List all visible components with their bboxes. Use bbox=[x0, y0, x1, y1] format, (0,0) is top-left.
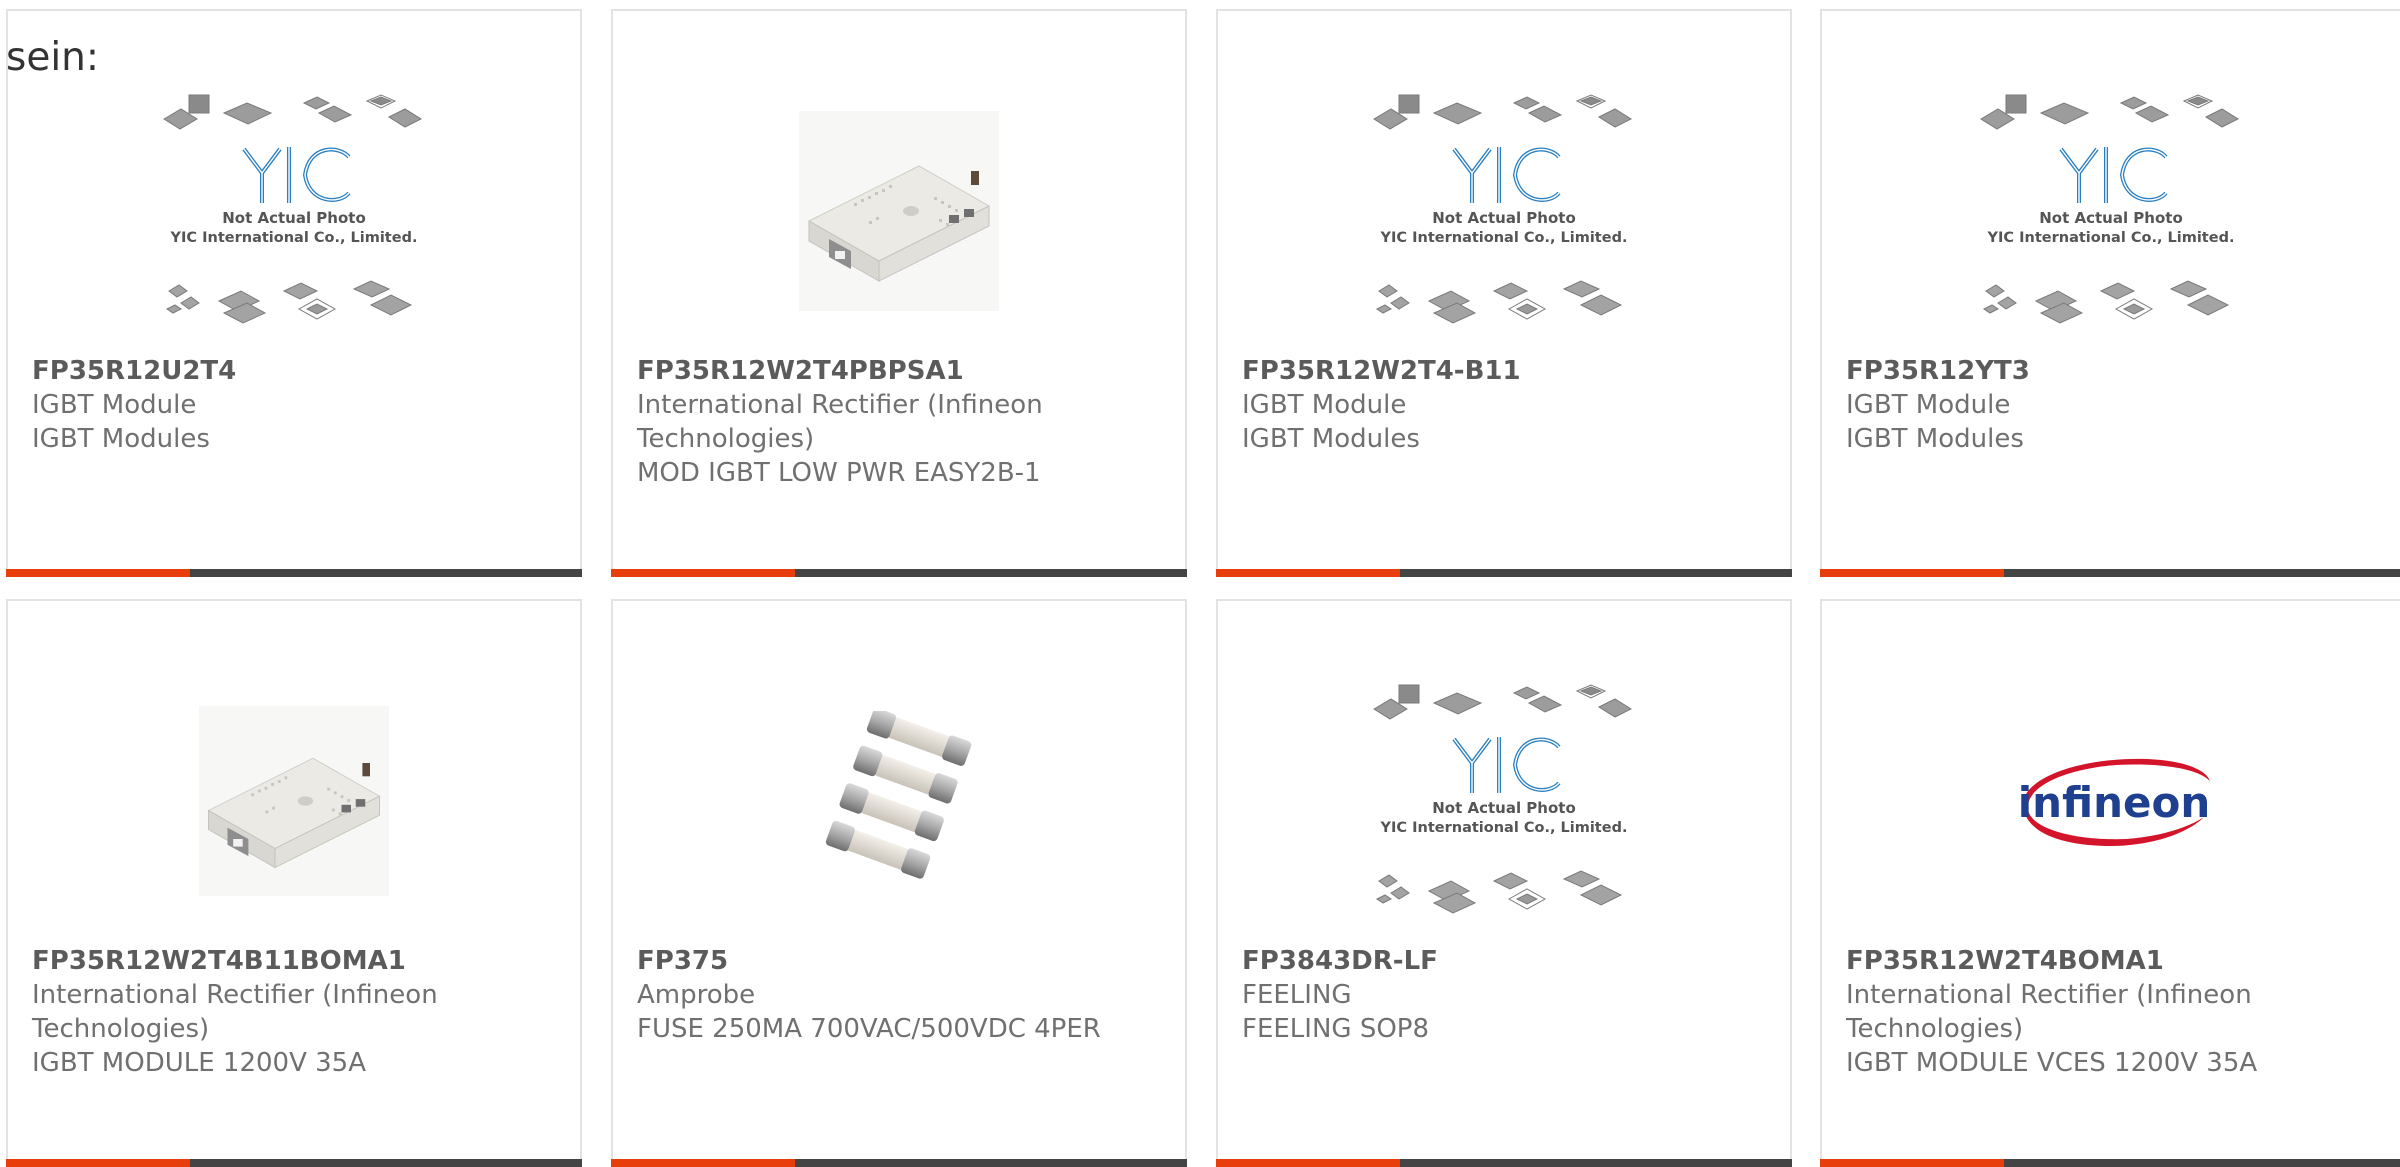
card-accent-bar bbox=[6, 569, 190, 577]
card-bottom-bar bbox=[611, 569, 1187, 577]
svg-text:infineon: infineon bbox=[2018, 778, 2211, 827]
description-text: IGBT Modules bbox=[1242, 424, 1420, 454]
manufacturer-text: Amprobe bbox=[637, 980, 756, 1010]
description-text: IGBT Modules bbox=[32, 424, 210, 454]
fuse-photo bbox=[824, 711, 974, 891]
part-number-link[interactable]: FP35R12W2T4BOMA1 bbox=[1846, 944, 2380, 978]
yic-placeholder-image: Not Actual Photo YIC International Co., … bbox=[159, 91, 429, 331]
product-card[interactable]: FP35R12W2T4PBPSA1 International Rectifie… bbox=[611, 9, 1187, 577]
card-accent-bar bbox=[611, 1159, 795, 1167]
product-image[interactable]: Not Actual Photo YIC International Co., … bbox=[1822, 71, 2400, 351]
description-text: FUSE 250MA 700VAC/500VDC 4PER bbox=[637, 1014, 1101, 1044]
product-card[interactable]: Not Actual Photo YIC International Co., … bbox=[1820, 9, 2400, 577]
manufacturer-text: International Rectifier (Infineon Techno… bbox=[1846, 980, 2252, 1044]
part-number-link[interactable]: FP375 bbox=[637, 944, 1165, 978]
yic-placeholder-image: Not Actual Photo YIC International Co., … bbox=[1369, 91, 1639, 331]
description-text: IGBT MODULE 1200V 35A bbox=[32, 1048, 367, 1078]
part-number-link[interactable]: FP35R12W2T4-B11 bbox=[1242, 354, 1770, 388]
section-label: sein: bbox=[6, 35, 100, 80]
manufacturer-text: IGBT Module bbox=[1846, 390, 2011, 420]
card-accent-bar bbox=[6, 1159, 190, 1167]
description-text: MOD IGBT LOW PWR EASY2B-1 bbox=[637, 458, 1041, 488]
product-card[interactable]: FP35R12W2T4B11BOMA1 International Rectif… bbox=[6, 599, 582, 1167]
description-text: FEELING SOP8 bbox=[1242, 1014, 1430, 1044]
manufacturer-text: FEELING bbox=[1242, 980, 1352, 1010]
card-bottom-bar bbox=[611, 1159, 1187, 1167]
svg-text:Not Actual Photo: Not Actual Photo bbox=[222, 209, 366, 227]
product-image[interactable]: infineon bbox=[1822, 661, 2400, 941]
description-text: IGBT Modules bbox=[1846, 424, 2024, 454]
product-card[interactable]: Not Actual Photo YIC International Co., … bbox=[1216, 599, 1792, 1167]
part-number-link[interactable]: FP35R12U2T4 bbox=[32, 354, 560, 388]
svg-text:Not Actual Photo: Not Actual Photo bbox=[1432, 209, 1576, 227]
svg-text:YIC International Co., Limited: YIC International Co., Limited. bbox=[1380, 230, 1628, 246]
manufacturer-text: IGBT Module bbox=[32, 390, 197, 420]
product-image[interactable] bbox=[613, 661, 1185, 941]
product-image[interactable]: Not Actual Photo YIC International Co., … bbox=[8, 71, 580, 351]
part-number-link[interactable]: FP3843DR-LF bbox=[1242, 944, 1770, 978]
manufacturer-text: IGBT Module bbox=[1242, 390, 1407, 420]
card-accent-bar bbox=[611, 569, 795, 577]
card-bottom-bar bbox=[1820, 1159, 2400, 1167]
igbt-module-photo bbox=[199, 706, 389, 896]
product-card[interactable]: Not Actual Photo YIC International Co., … bbox=[6, 9, 582, 577]
part-number-link[interactable]: FP35R12W2T4PBPSA1 bbox=[637, 354, 1165, 388]
svg-text:Not Actual Photo: Not Actual Photo bbox=[1432, 799, 1576, 817]
card-accent-bar bbox=[1216, 1159, 1400, 1167]
card-bottom-bar bbox=[1820, 569, 2400, 577]
product-grid-page: sein: Not Actual Photo YIC International… bbox=[0, 0, 2400, 1167]
description-text: IGBT MODULE VCES 1200V 35A bbox=[1846, 1048, 2258, 1078]
yic-placeholder-image: Not Actual Photo YIC International Co., … bbox=[1976, 91, 2246, 331]
svg-text:Not Actual Photo: Not Actual Photo bbox=[2039, 209, 2183, 227]
svg-text:YIC International Co., Limited: YIC International Co., Limited. bbox=[1380, 820, 1628, 836]
product-image[interactable]: Not Actual Photo YIC International Co., … bbox=[1218, 661, 1790, 941]
part-number-link[interactable]: FP35R12YT3 bbox=[1846, 354, 2380, 388]
manufacturer-text: International Rectifier (Infineon Techno… bbox=[32, 980, 438, 1044]
svg-text:YIC International Co., Limited: YIC International Co., Limited. bbox=[170, 230, 418, 246]
card-accent-bar bbox=[1820, 1159, 2004, 1167]
card-bottom-bar bbox=[6, 569, 582, 577]
part-number-link[interactable]: FP35R12W2T4B11BOMA1 bbox=[32, 944, 560, 978]
card-bottom-bar bbox=[1216, 1159, 1792, 1167]
product-image[interactable] bbox=[8, 661, 580, 941]
product-card[interactable]: FP375 Amprobe FUSE 250MA 700VAC/500VDC 4… bbox=[611, 599, 1187, 1167]
product-image[interactable]: Not Actual Photo YIC International Co., … bbox=[1218, 71, 1790, 351]
card-bottom-bar bbox=[6, 1159, 582, 1167]
yic-placeholder-image: Not Actual Photo YIC International Co., … bbox=[1369, 681, 1639, 921]
card-accent-bar bbox=[1820, 569, 2004, 577]
card-bottom-bar bbox=[1216, 569, 1792, 577]
igbt-module-photo bbox=[799, 111, 999, 311]
svg-text:YIC International Co., Limited: YIC International Co., Limited. bbox=[1987, 230, 2235, 246]
infineon-logo: infineon bbox=[2006, 751, 2216, 851]
product-image[interactable] bbox=[613, 71, 1185, 351]
product-card[interactable]: infineon FP35R12W2T4BOMA1 International … bbox=[1820, 599, 2400, 1167]
card-accent-bar bbox=[1216, 569, 1400, 577]
product-card[interactable]: Not Actual Photo YIC International Co., … bbox=[1216, 9, 1792, 577]
manufacturer-text: International Rectifier (Infineon Techno… bbox=[637, 390, 1043, 454]
